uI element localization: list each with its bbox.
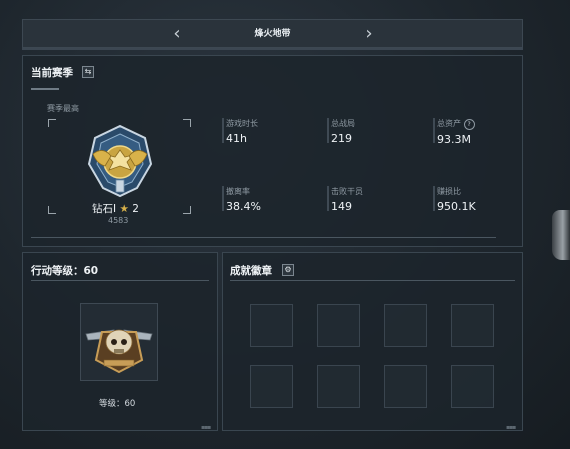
stat-divider — [433, 186, 435, 211]
stat-extraction-rate: 撤离率 38.4% — [226, 186, 316, 213]
badge-slot[interactable] — [451, 365, 494, 408]
season-divider — [31, 237, 496, 238]
stat-divider — [222, 186, 224, 211]
badge-slot[interactable] — [317, 304, 360, 347]
badge-slot[interactable] — [384, 365, 427, 408]
mode-title: 烽火地带 — [254, 29, 291, 39]
stat-total-matches: 总战局 219 — [331, 118, 421, 145]
help-icon[interactable]: ? — [463, 119, 475, 130]
level-label: 等级：60 — [99, 399, 136, 409]
panel-grip: ▪▪▪ — [201, 424, 211, 431]
stat-total-assets: 总资产 ? 93.3M — [437, 118, 527, 146]
season-title-underline — [31, 88, 59, 90]
stat-label: 总战局 — [331, 119, 355, 128]
achievements-title: 成就徽章 — [230, 265, 272, 277]
frame-corner — [48, 119, 56, 127]
stat-label: 总资产 ? — [437, 118, 527, 130]
badge-slot[interactable] — [250, 304, 293, 347]
stat-value: 149 — [331, 200, 352, 213]
frame-corner — [48, 206, 56, 214]
stat-label: 赚损比 — [437, 187, 461, 196]
stat-label: 击败干员 — [331, 187, 363, 196]
frame-corner — [183, 119, 191, 127]
rank-stars: 2 — [132, 203, 139, 215]
stat-divider — [433, 118, 435, 143]
chevron-right-icon[interactable]: › — [361, 23, 377, 45]
mode-header: ‹ 烽火地带 › — [22, 19, 523, 48]
action-level-title: 行动等级：60 — [31, 265, 99, 277]
stat-value: 93.3M — [437, 133, 471, 146]
rank-score: 4583 — [108, 216, 129, 225]
stat-label-text: 总资产 — [437, 119, 461, 128]
star-icon: ★ — [119, 203, 129, 215]
stat-value: 950.1K — [437, 200, 476, 213]
swap-icon[interactable]: ⇆ — [82, 66, 94, 78]
rank-name: 钻石I — [92, 203, 117, 215]
stat-playtime: 游戏时长 41h — [226, 118, 316, 145]
gear-icon[interactable]: ⚙ — [282, 264, 294, 276]
stat-divider — [222, 118, 224, 143]
rank-display: 钻石I ★ 2 — [92, 201, 139, 216]
stat-divider — [327, 118, 329, 143]
badge-slot[interactable] — [250, 365, 293, 408]
season-title: 当前赛季 — [31, 67, 73, 79]
character-edge — [552, 210, 570, 260]
frame-corner — [183, 206, 191, 214]
stat-value: 41h — [226, 132, 247, 145]
badge-slot[interactable] — [451, 304, 494, 347]
diamond-rank-emblem-icon — [87, 124, 153, 198]
stat-label: 游戏时长 — [226, 119, 258, 128]
season-best-label: 赛季最高 — [47, 104, 79, 113]
stat-divider — [327, 186, 329, 211]
stat-operators-defeated: 击败干员 149 — [331, 186, 421, 213]
achievements-underline — [230, 280, 515, 281]
action-level-underline — [31, 280, 209, 281]
stat-value: 219 — [331, 132, 352, 145]
stat-value: 38.4% — [226, 200, 261, 213]
header-underline — [22, 48, 523, 50]
badge-slot[interactable] — [317, 365, 360, 408]
skull-helicopter-emblem-icon — [85, 329, 153, 374]
badge-slot[interactable] — [384, 304, 427, 347]
stat-label: 撤离率 — [226, 187, 250, 196]
panel-grip: ▪▪▪ — [506, 424, 516, 431]
stat-profit-loss: 赚损比 950.1K — [437, 186, 527, 213]
